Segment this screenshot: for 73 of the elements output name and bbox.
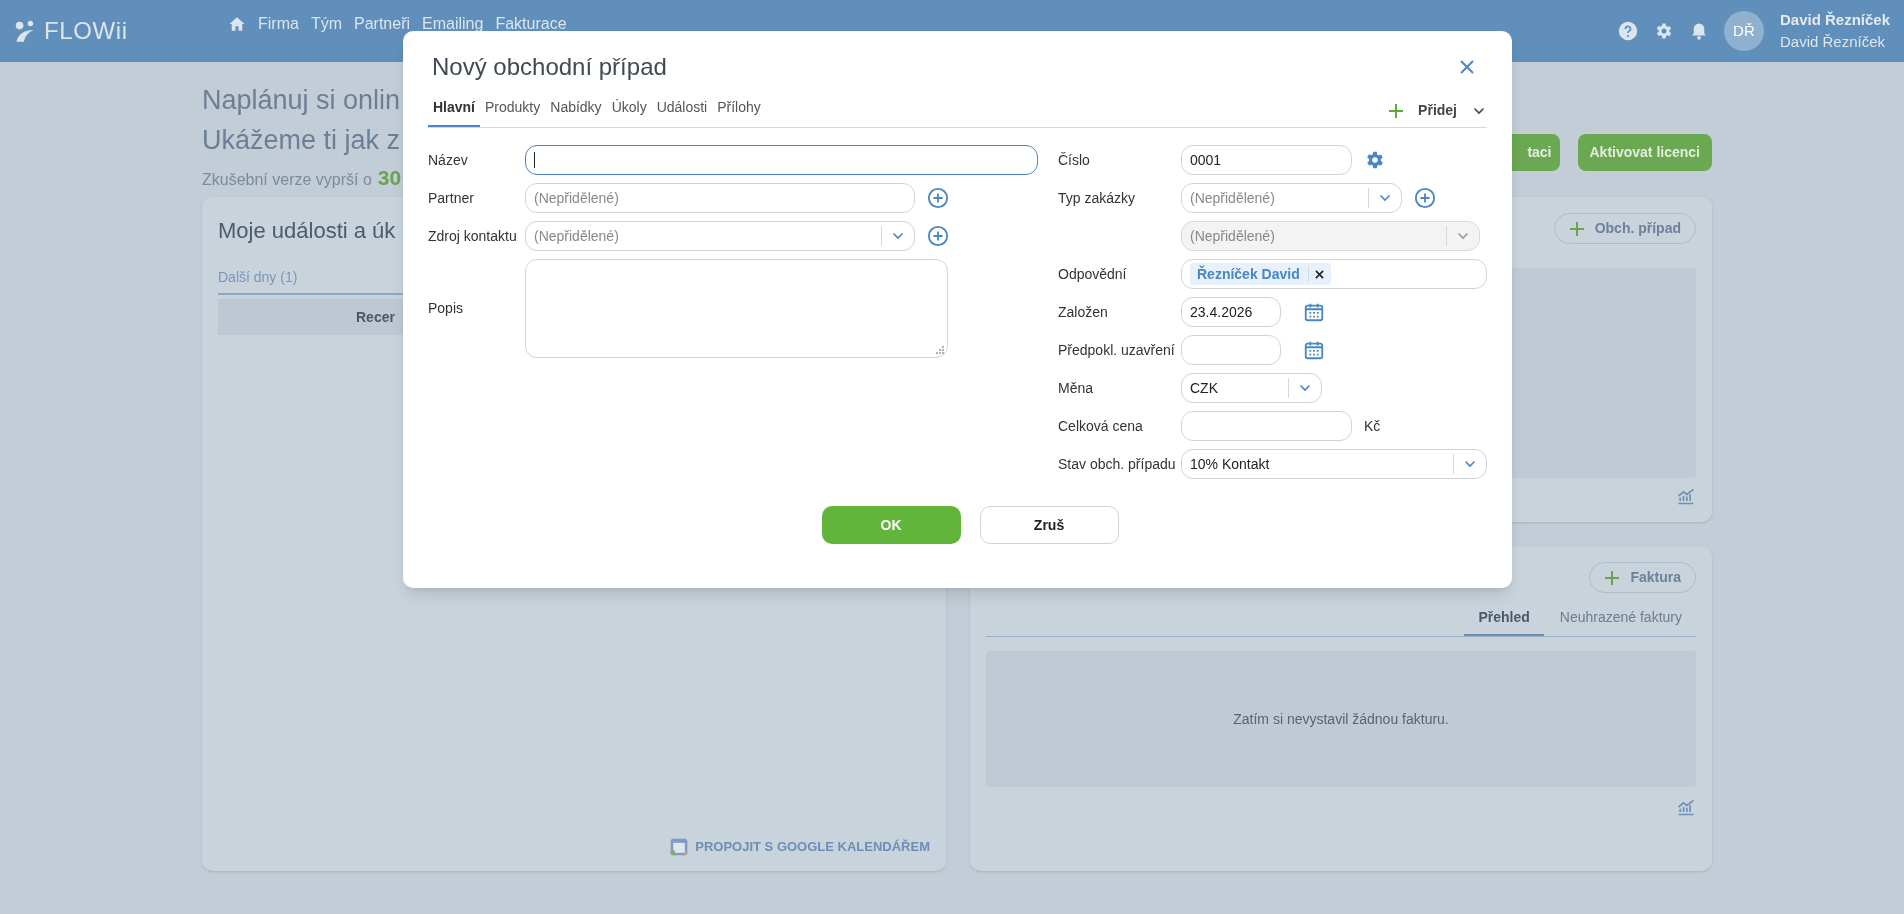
text-cursor	[534, 152, 535, 168]
dialog-tab[interactable]: Události	[651, 97, 713, 127]
user-name[interactable]: David Řezníček	[1779, 9, 1890, 31]
dialog-tab[interactable]: Nabídky	[545, 97, 607, 127]
google-calendar-link[interactable]: PROPOJIT S GOOGLE KALENDÁŘEM	[695, 837, 930, 857]
text-field[interactable]	[525, 145, 1038, 175]
nav-link[interactable]: Partneři	[354, 12, 411, 36]
plus-icon	[1568, 220, 1585, 237]
home-icon[interactable]	[228, 15, 246, 33]
add-icon[interactable]	[1414, 187, 1436, 209]
dropdown-field[interactable]: 10% Kontakt	[1181, 449, 1487, 479]
calendar-icon[interactable]	[1303, 301, 1325, 323]
promo-heading: Ukážeme ti jak z	[202, 124, 402, 157]
field-label: Název	[428, 150, 469, 170]
invoice-tab[interactable]: Neuhrazené faktury	[1545, 607, 1696, 636]
add-icon[interactable]	[927, 187, 949, 209]
person-tag[interactable]: Řezníček David	[1190, 263, 1331, 285]
field-label: Číslo	[1058, 150, 1091, 170]
remove-tag-icon[interactable]	[1314, 269, 1324, 279]
close-icon[interactable]	[1459, 59, 1475, 75]
field-label: Odpovědní	[1058, 264, 1128, 284]
trial-days: 30	[377, 162, 402, 194]
calendar-logo-icon	[669, 837, 690, 857]
trial-text: Zkušební verze vyprší o	[202, 170, 372, 190]
text-field[interactable]: (Nepřidělené)	[525, 183, 915, 213]
text-field[interactable]: 0001	[1181, 145, 1352, 175]
promo-button[interactable]: Aktivovat licenci	[1577, 134, 1712, 171]
promo-heading: Naplánuj si onlin	[202, 84, 402, 117]
plus-icon	[1388, 102, 1405, 119]
nav-link[interactable]: Firma	[258, 12, 299, 36]
field-label: Celková cena	[1058, 416, 1144, 436]
dialog-tab[interactable]: Hlavní	[428, 97, 480, 127]
dialog-tab[interactable]: Produkty	[480, 97, 546, 127]
dropdown-field[interactable]: (Nepřidělené)	[525, 221, 915, 251]
chart-icon[interactable]	[1676, 486, 1696, 506]
dialog-tab[interactable]: Přílohy	[712, 97, 766, 127]
field-label: Typ zakázky	[1058, 188, 1137, 208]
add-icon[interactable]	[927, 225, 949, 247]
calendar-icon[interactable]	[1303, 339, 1325, 361]
plus-icon	[1604, 569, 1621, 586]
dialog-title: Nový obchodní případ	[432, 52, 667, 82]
field-label: Měna	[1058, 378, 1095, 398]
help-icon[interactable]	[1617, 21, 1638, 41]
card-title: Moje události a úk	[218, 217, 396, 245]
nav-link[interactable]: Tým	[310, 12, 342, 36]
bell-icon[interactable]	[1689, 22, 1708, 40]
date-field[interactable]: 23.4.2026	[1181, 297, 1281, 327]
dropdown-field[interactable]: (Nepřidělené)	[1181, 183, 1402, 213]
field-label: Zdroj kontaktu	[428, 226, 518, 246]
ok-button[interactable]: OK	[821, 506, 961, 544]
dialog-tab[interactable]: Úkoly	[606, 97, 652, 127]
settings-icon[interactable]	[1364, 149, 1386, 171]
currency-unit: Kč	[1364, 416, 1381, 436]
resize-handle-icon	[936, 346, 944, 354]
user-avatar[interactable]: DŘ	[1723, 11, 1764, 51]
company-name: David Řezníček	[1779, 32, 1886, 52]
app-logo[interactable]: FLOWii	[44, 13, 128, 49]
field-label: Založen	[1058, 302, 1109, 322]
dropdown-field[interactable]: CZK	[1181, 373, 1322, 403]
row-text: Recer	[356, 307, 395, 327]
add-menu-button[interactable]: Přidej	[1388, 100, 1487, 121]
empty-message: Zatím si nevystavil žádnou fakturu.	[1233, 709, 1449, 729]
tag-field[interactable]: Řezníček David	[1181, 259, 1487, 289]
invoice-tab[interactable]: Přehled	[1464, 607, 1544, 636]
field-label: Partner	[428, 188, 475, 208]
field-label: Popis	[428, 299, 465, 318]
events-tab[interactable]: Další dny (1)	[218, 269, 298, 285]
chart-icon[interactable]	[1676, 797, 1696, 817]
field-label: Stav obch. případu	[1058, 454, 1177, 474]
cancel-button[interactable]: Zruš	[979, 506, 1119, 544]
description-field[interactable]	[525, 259, 948, 358]
field-label: Předpokl. uzavření	[1058, 340, 1176, 360]
date-field[interactable]	[1181, 335, 1281, 365]
